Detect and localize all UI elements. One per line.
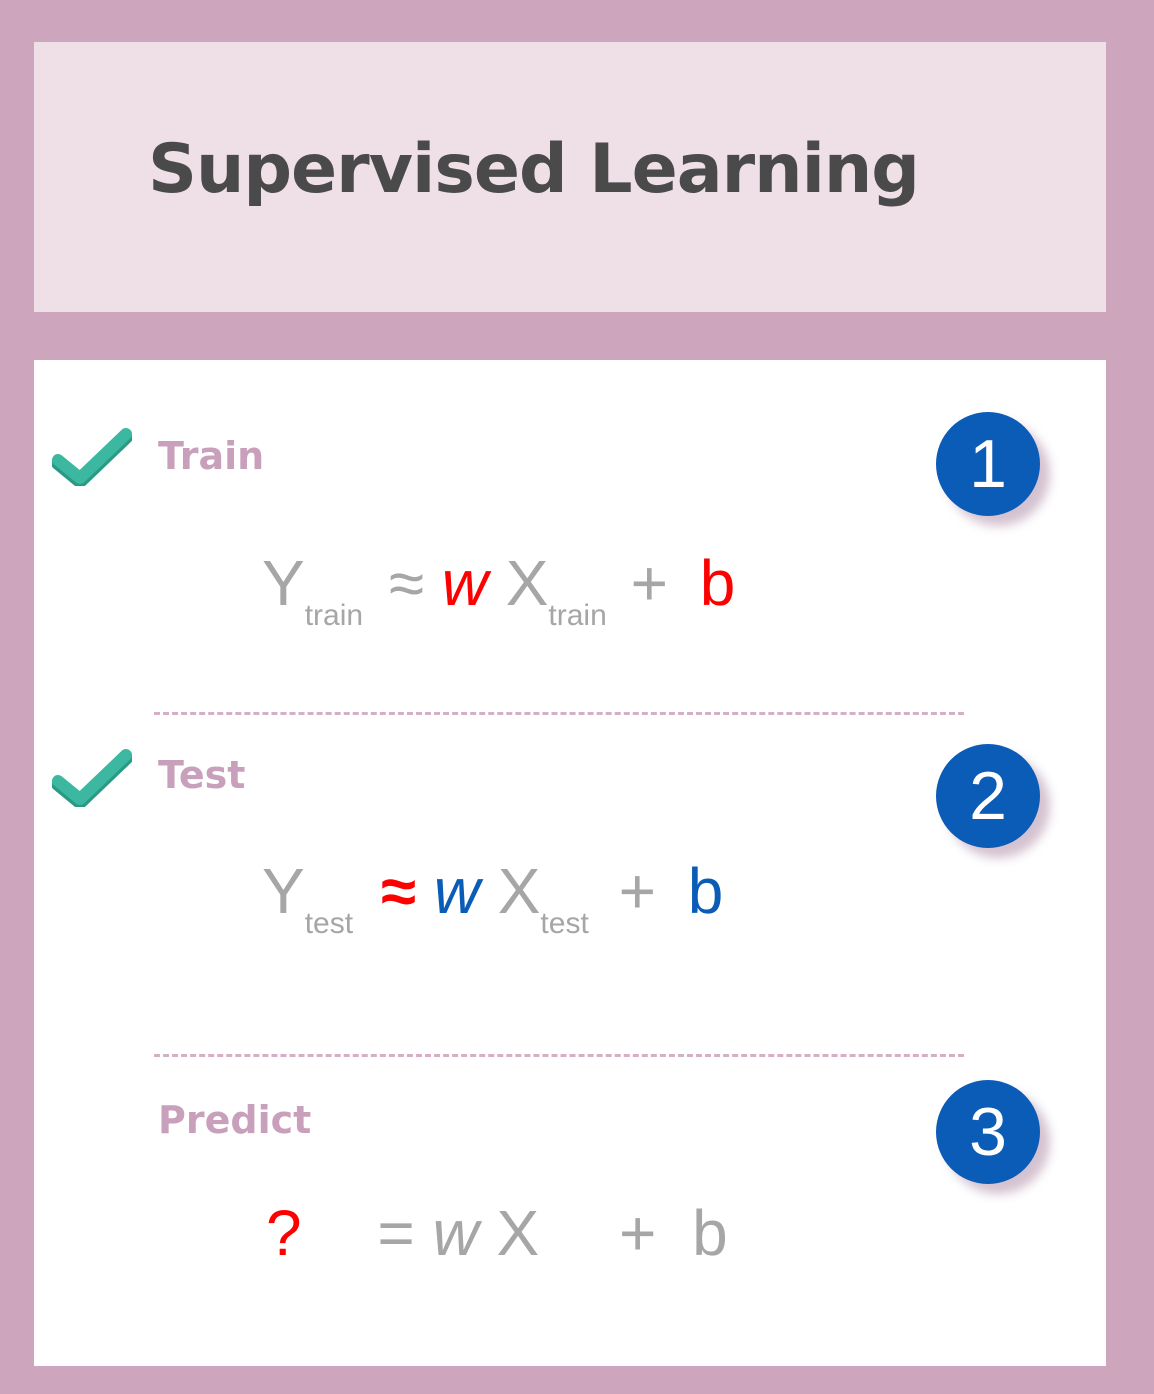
formula-bias: b	[699, 547, 736, 619]
formula-x-subscript: test	[540, 907, 589, 940]
step-number-badge: 3	[936, 1080, 1040, 1184]
step-number-badge: 1	[936, 412, 1040, 516]
formula-bias: b	[692, 1197, 728, 1269]
formula-weight: w	[441, 547, 488, 619]
formula-plus: +	[630, 547, 668, 619]
section-divider	[154, 1054, 964, 1057]
formula-y: Y	[262, 547, 305, 619]
title-banner: Supervised Learning	[34, 42, 1106, 312]
formula-weight: w	[432, 1197, 479, 1269]
formula-x-subscript: train	[548, 599, 607, 632]
formula-approx-operator: ≈	[388, 547, 424, 619]
formula-approx-operator: ≈	[380, 855, 416, 927]
formula-x: X	[497, 855, 541, 927]
formula-unknown: ?	[266, 1197, 302, 1269]
formula-x: X	[496, 1197, 540, 1269]
formula-y-subscript: train	[304, 599, 364, 632]
formula-weight: w	[433, 855, 480, 927]
checkmark-icon	[52, 428, 132, 486]
checkmark-icon	[52, 749, 132, 807]
step-label-predict: Predict	[158, 1098, 312, 1142]
formula-plus: +	[618, 855, 656, 927]
step-number-badge: 2	[936, 744, 1040, 848]
formula-plus: +	[619, 1197, 657, 1269]
formula-y-subscript: test	[304, 907, 354, 940]
section-divider	[154, 712, 964, 715]
test-formula: Ytest ≈ w Xtest + b	[262, 854, 723, 941]
predict-formula: ? = w X + b	[266, 1196, 728, 1270]
formula-bias: b	[687, 855, 724, 927]
formula-equals: =	[377, 1197, 415, 1269]
page-title: Supervised Learning	[148, 130, 920, 209]
formula-y: Y	[262, 855, 305, 927]
step-label-train: Train	[158, 434, 265, 478]
formula-x: X	[505, 547, 549, 619]
steps-panel: Train 1 Ytrain ≈ w Xtrain + b Test 2 Yte…	[34, 360, 1106, 1366]
train-formula: Ytrain ≈ w Xtrain + b	[262, 546, 735, 633]
step-label-test: Test	[158, 753, 246, 797]
